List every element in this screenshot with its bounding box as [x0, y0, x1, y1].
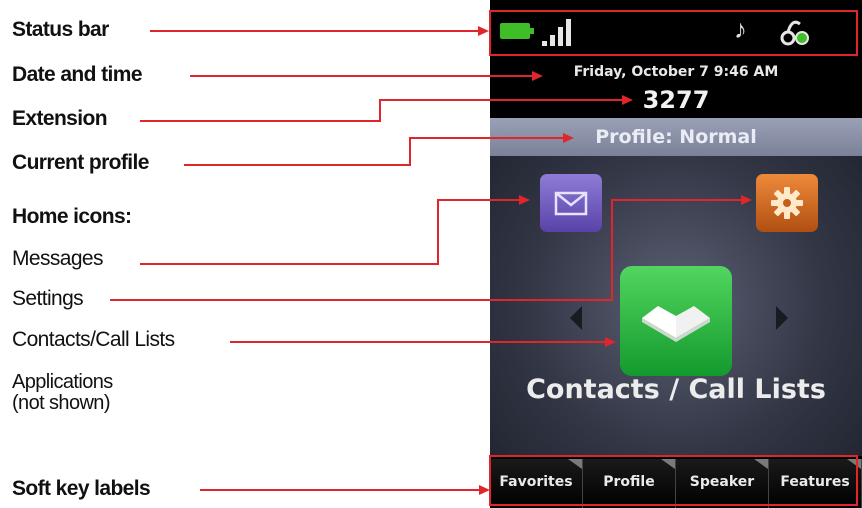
extension-display: 3277 — [642, 86, 710, 114]
applications-note-label: (not shown) — [12, 392, 111, 414]
profile-bar: Profile: Normal — [490, 118, 862, 156]
messages-envelope-icon — [554, 191, 588, 216]
status-bar-label: Status bar — [12, 18, 109, 41]
date-time-display: Friday, October 7 9:46 AM — [573, 64, 779, 80]
date-time-label: Date and time — [12, 63, 143, 86]
home-icon-label: Contacts / Call Lists — [526, 374, 826, 405]
contacts-tile[interactable] — [620, 266, 732, 376]
phone-screen: ♪ Friday, October 7 9:46 AM 3277 Profile… — [490, 0, 862, 508]
applications-label: Applications — [12, 371, 113, 393]
contacts-book-icon — [642, 306, 710, 342]
contacts-call-lists-label: Contacts/Call Lists — [12, 328, 175, 351]
softkey-highlight-frame — [489, 455, 858, 506]
scroll-right-arrow-icon[interactable] — [776, 306, 788, 330]
settings-gear-icon — [771, 187, 803, 219]
home-icons-label: Home icons: — [12, 205, 132, 228]
soft-key-labels-label: Soft key labels — [12, 477, 151, 500]
settings-label: Settings — [12, 287, 84, 310]
extension-label: Extension — [12, 107, 108, 130]
status-bar-arrowhead — [478, 26, 489, 36]
current-profile-label: Current profile — [12, 151, 149, 174]
settings-tile[interactable] — [756, 174, 818, 232]
messages-label: Messages — [12, 247, 104, 270]
scroll-left-arrow-icon[interactable] — [570, 306, 582, 330]
messages-leader — [140, 199, 520, 265]
messages-tile[interactable] — [540, 174, 602, 232]
status-bar-highlight-frame — [489, 10, 858, 56]
